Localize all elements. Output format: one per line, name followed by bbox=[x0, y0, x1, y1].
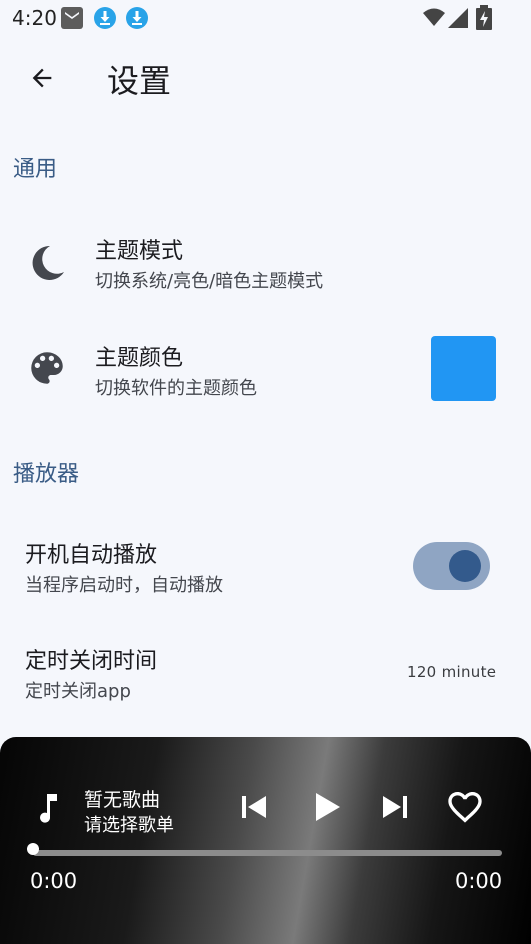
total-time: 0:00 bbox=[455, 869, 503, 893]
sleep-timer-value: 120 minute bbox=[407, 663, 497, 681]
current-time: 0:00 bbox=[30, 869, 78, 893]
wifi-icon bbox=[423, 8, 445, 26]
mini-player[interactable]: 暂无歌曲 请选择歌单 0:00 0:00 bbox=[0, 737, 531, 944]
theme-color-subtitle: 切换软件的主题颜色 bbox=[95, 378, 257, 399]
progress-thumb[interactable] bbox=[27, 843, 39, 855]
song-subtitle: 请选择歌单 bbox=[84, 815, 174, 836]
status-time: 4:20 bbox=[12, 6, 57, 30]
progress-bar[interactable] bbox=[33, 850, 502, 856]
sleep-timer-subtitle: 定时关闭app bbox=[25, 681, 131, 702]
toggle-knob bbox=[449, 550, 481, 582]
battery-charging-icon bbox=[476, 5, 492, 30]
back-button[interactable] bbox=[22, 58, 62, 98]
skip-next-icon[interactable] bbox=[381, 793, 409, 821]
theme-color-swatch[interactable] bbox=[431, 336, 496, 401]
section-header-general: 通用 bbox=[13, 157, 58, 182]
section-header-player: 播放器 bbox=[13, 462, 80, 487]
status-bar: 4:20 bbox=[0, 0, 531, 36]
play-icon[interactable] bbox=[312, 791, 342, 823]
autoplay-toggle[interactable] bbox=[413, 542, 490, 590]
moon-icon bbox=[32, 245, 64, 280]
theme-color-title: 主题颜色 bbox=[95, 346, 184, 371]
theme-mode-title: 主题模式 bbox=[95, 239, 184, 264]
music-note-icon bbox=[40, 794, 57, 823]
page-title: 设置 bbox=[107, 62, 172, 100]
song-title: 暂无歌曲 bbox=[84, 789, 161, 811]
palette-icon bbox=[31, 352, 63, 384]
download-icon bbox=[94, 7, 116, 29]
setting-theme-mode[interactable]: 主题模式 切换系统/亮色/暗色主题模式 bbox=[0, 215, 531, 310]
arrow-back-icon bbox=[32, 68, 52, 88]
sleep-timer-title: 定时关闭时间 bbox=[25, 649, 158, 674]
signal-icon bbox=[448, 8, 468, 28]
autoplay-subtitle: 当程序启动时，自动播放 bbox=[25, 575, 223, 596]
download-icon bbox=[126, 7, 148, 29]
skip-previous-icon[interactable] bbox=[240, 793, 268, 821]
theme-mode-subtitle: 切换系统/亮色/暗色主题模式 bbox=[95, 271, 324, 292]
heart-outline-icon[interactable] bbox=[444, 787, 486, 827]
mail-icon bbox=[61, 7, 83, 29]
autoplay-title: 开机自动播放 bbox=[25, 543, 158, 568]
